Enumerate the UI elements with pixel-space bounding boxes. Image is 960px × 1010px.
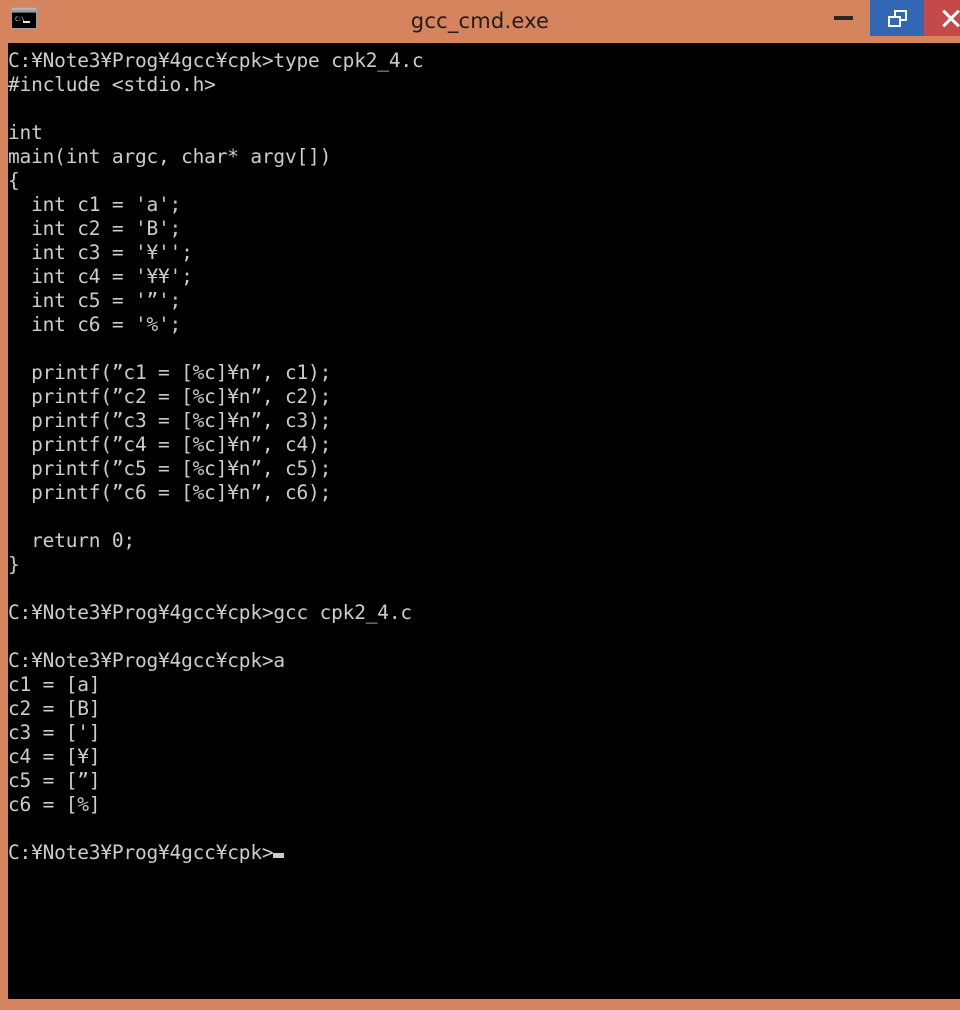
console-cursor (273, 853, 285, 858)
console-line: { (8, 169, 20, 192)
console-line: int c2 = 'B'; (8, 217, 182, 240)
console-window: C:\ gcc_cmd.exe C:¥Note3¥Prog¥4gcc¥cpk>t… (0, 0, 960, 1010)
console-line: c3 = ['] (8, 721, 101, 744)
console-line: printf(”c2 = [%c]¥n”, c2); (8, 385, 332, 408)
console-line: } (8, 553, 20, 576)
console-line: main(int argc, char* argv[]) (8, 145, 332, 168)
close-button[interactable] (924, 0, 960, 36)
console-line: printf(”c1 = [%c]¥n”, c1); (8, 361, 332, 384)
console-line: int c1 = 'a'; (8, 193, 182, 216)
console-prompt-text: C:¥Note3¥Prog¥4gcc¥cpk> (8, 841, 274, 864)
close-icon (942, 9, 960, 27)
console-line: return 0; (8, 529, 135, 552)
console-window-icon: C:\ (11, 7, 37, 29)
console-line: printf(”c6 = [%c]¥n”, c6); (8, 481, 332, 504)
console-prompt-line: C:¥Note3¥Prog¥4gcc¥cpk> (8, 841, 960, 865)
title-bar[interactable]: C:\ gcc_cmd.exe (0, 0, 960, 43)
console-line: int c4 = '¥¥'; (8, 265, 193, 288)
console-line: c2 = [B] (8, 697, 101, 720)
console-line: c4 = [¥] (8, 745, 101, 768)
console-line: C:¥Note3¥Prog¥4gcc¥cpk>type cpk2_4.c (8, 49, 424, 72)
console-line: C:¥Note3¥Prog¥4gcc¥cpk>gcc cpk2_4.c (8, 601, 412, 624)
console-line: c6 = [%] (8, 793, 101, 816)
minimize-button[interactable] (816, 0, 870, 36)
console-line: C:¥Note3¥Prog¥4gcc¥cpk>a (8, 649, 285, 672)
console-line: #include <stdio.h> (8, 73, 216, 96)
console-line: c1 = [a] (8, 673, 101, 696)
console-line: int c6 = '%'; (8, 313, 182, 336)
console-line: printf(”c4 = [%c]¥n”, c4); (8, 433, 332, 456)
icon-cursor (23, 21, 30, 23)
icon-screen: C:\ (12, 13, 36, 28)
console-line: c5 = [”] (8, 769, 101, 792)
console-text-buffer: C:¥Note3¥Prog¥4gcc¥cpk>type cpk2_4.c #inc… (8, 43, 960, 865)
caption-button-group (816, 0, 960, 36)
minimize-icon (833, 16, 853, 20)
restore-button[interactable] (870, 0, 924, 36)
console-line: int c3 = '¥''; (8, 241, 193, 264)
console-line: int c5 = '”'; (8, 289, 182, 312)
restore-icon (887, 9, 907, 27)
console-line: printf(”c3 = [%c]¥n”, c3); (8, 409, 332, 432)
console-line: printf(”c5 = [%c]¥n”, c5); (8, 457, 332, 480)
console-output-area[interactable]: C:¥Note3¥Prog¥4gcc¥cpk>type cpk2_4.c #inc… (8, 43, 960, 999)
console-line: int (8, 121, 43, 144)
